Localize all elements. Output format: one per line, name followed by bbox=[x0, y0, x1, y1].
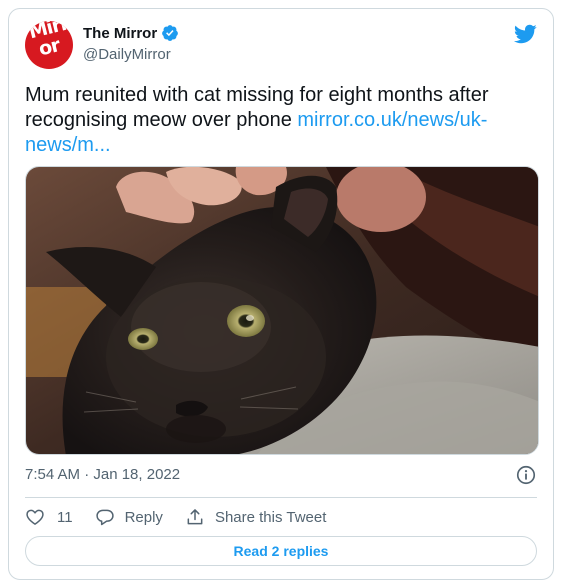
twitter-bird-icon[interactable] bbox=[513, 22, 537, 46]
avatar[interactable]: Mirr or bbox=[25, 21, 73, 69]
tweet-timestamp[interactable]: 7:54 AM · Jan 18, 2022 bbox=[25, 466, 180, 483]
cat-photo bbox=[26, 167, 538, 454]
author-name-row[interactable]: The Mirror bbox=[83, 24, 179, 42]
share-button[interactable]: Share this Tweet bbox=[185, 507, 326, 527]
share-icon bbox=[187, 509, 203, 525]
mirror-logo: Mirr or bbox=[26, 21, 71, 62]
share-label: Share this Tweet bbox=[214, 508, 327, 526]
info-icon[interactable] bbox=[515, 464, 537, 486]
reply-label: Reply bbox=[124, 508, 163, 526]
tweet-actions: 11 Reply Share this Tweet bbox=[25, 506, 348, 528]
tweet-text: Mum reunited with cat missing for eight … bbox=[25, 83, 525, 158]
like-button[interactable]: 11 bbox=[25, 507, 73, 527]
tweet-embed-card[interactable]: Mirr or The Mirror @DailyMirror Mum reun… bbox=[8, 8, 554, 580]
reply-bubble-icon bbox=[95, 509, 114, 526]
like-count: 11 bbox=[57, 508, 73, 526]
tweet-photo[interactable] bbox=[25, 166, 539, 455]
read-replies-button[interactable]: Read 2 replies bbox=[25, 536, 537, 566]
heart-icon bbox=[26, 509, 44, 525]
display-name[interactable]: The Mirror bbox=[83, 25, 157, 42]
verified-badge-icon bbox=[162, 25, 179, 41]
author-handle[interactable]: @DailyMirror bbox=[83, 46, 171, 63]
divider bbox=[25, 497, 537, 498]
reply-button[interactable]: Reply bbox=[95, 507, 163, 527]
